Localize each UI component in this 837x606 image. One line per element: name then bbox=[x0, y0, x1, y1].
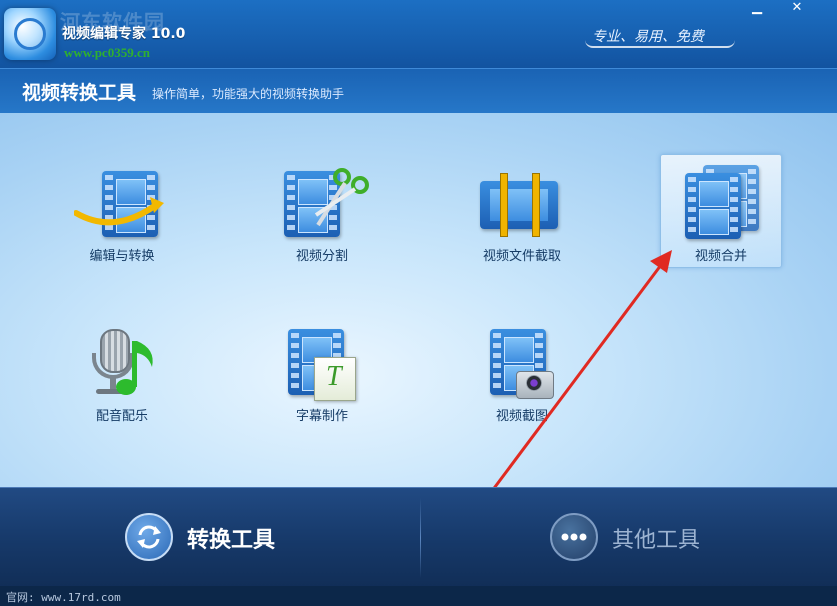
tool-label: 字幕制作 bbox=[295, 409, 348, 424]
bottom-tab-bar: 转换工具 其他工具 bbox=[0, 487, 837, 587]
tool-grid: 编辑与转换 视频分割 视频文件截取 视频合并 配音配乐 T 字幕制作 视频截图 bbox=[0, 113, 837, 487]
film-trim-icon bbox=[478, 169, 562, 239]
tool-edit-convert[interactable]: 编辑与转换 bbox=[62, 161, 182, 277]
tool-label: 视频截图 bbox=[495, 409, 548, 424]
tab-convert-label: 转换工具 bbox=[187, 528, 276, 553]
tool-dubbing[interactable]: 配音配乐 bbox=[62, 321, 182, 437]
title-bar: 河东软件园 视频编辑专家 10.0 www.pc0359.cn ▁ ✕ 专业、易… bbox=[0, 0, 837, 68]
film-subtitle-icon: T bbox=[286, 327, 366, 403]
minimize-button[interactable]: ▁ bbox=[746, 0, 768, 16]
film-merge-icon bbox=[683, 165, 763, 239]
film-camera-icon bbox=[488, 327, 568, 403]
section-description: 操作简单，功能强大的视频转换助手 bbox=[152, 87, 345, 101]
tool-merge[interactable]: 视频合并 bbox=[660, 154, 782, 268]
slogan-swoosh bbox=[585, 40, 735, 48]
close-button[interactable]: ✕ bbox=[786, 0, 808, 16]
film-scissors-icon bbox=[282, 163, 372, 239]
microphone-music-icon bbox=[86, 327, 166, 401]
app-logo-icon bbox=[4, 8, 56, 60]
tab-other-tools[interactable]: 其他工具 bbox=[550, 508, 710, 566]
film-edit-convert-icon bbox=[74, 169, 164, 239]
tool-label: 编辑与转换 bbox=[89, 249, 155, 264]
app-title: 视频编辑专家 10.0 bbox=[62, 26, 186, 42]
tool-label: 视频文件截取 bbox=[482, 249, 561, 264]
section-title: 视频转换工具 bbox=[22, 82, 137, 104]
tab-divider bbox=[420, 498, 421, 578]
section-header: 视频转换工具 操作简单，功能强大的视频转换助手 bbox=[0, 68, 837, 114]
tool-subtitle[interactable]: T 字幕制作 bbox=[262, 321, 382, 437]
tool-label: 视频分割 bbox=[295, 249, 348, 264]
more-dots-icon bbox=[550, 513, 598, 561]
watermark-url: www.pc0359.cn bbox=[64, 45, 150, 60]
tab-convert-tools[interactable]: 转换工具 bbox=[125, 508, 285, 566]
tool-label: 视频合并 bbox=[694, 249, 747, 264]
tool-split[interactable]: 视频分割 bbox=[262, 161, 382, 277]
tool-screenshot[interactable]: 视频截图 bbox=[462, 321, 582, 437]
status-bar: 官网: www.17rd.com bbox=[0, 586, 837, 606]
tool-label: 配音配乐 bbox=[95, 409, 148, 424]
tool-trim[interactable]: 视频文件截取 bbox=[462, 161, 582, 277]
status-website[interactable]: 官网: www.17rd.com bbox=[6, 589, 121, 605]
refresh-icon bbox=[125, 513, 173, 561]
tab-other-label: 其他工具 bbox=[612, 528, 701, 553]
